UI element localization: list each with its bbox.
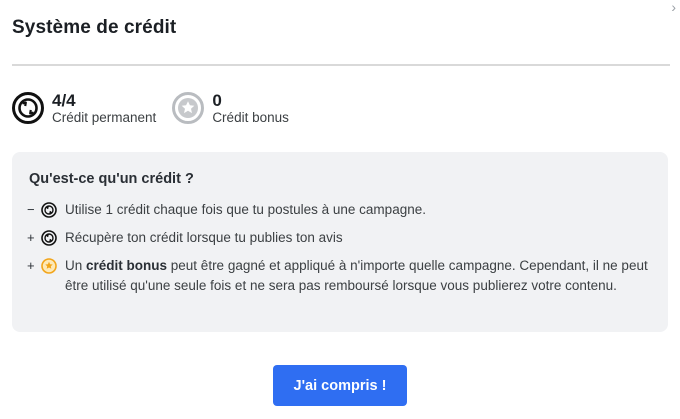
rule-text: Récupère ton crédit lorsque tu publies t…	[65, 230, 343, 245]
credit-summary: 4/4 Crédit permanent 0 Crédit bonus	[12, 92, 289, 125]
star-icon	[41, 258, 57, 274]
close-chevron-icon[interactable]: ›	[671, 0, 676, 14]
confirm-button[interactable]: J'ai compris !	[273, 365, 407, 406]
permanent-credit-icon	[41, 230, 57, 246]
rule-text: Un crédit bonus peut être gagné et appli…	[65, 258, 648, 293]
minus-sign: −	[27, 202, 35, 217]
bonus-credit-value: 0	[212, 91, 222, 110]
star-icon	[172, 92, 205, 125]
permanent-credit-label: Crédit permanent	[52, 110, 157, 125]
permanent-credit-icon	[12, 92, 44, 125]
bonus-credit-term: crédit bonus	[86, 258, 168, 273]
bonus-credit-label: Crédit bonus	[212, 110, 289, 125]
credit-info-panel: Qu'est-ce qu'un crédit ? − Utilise 1 cré…	[12, 152, 668, 332]
title-divider	[12, 64, 670, 66]
rule-item-review: + Récupère ton crédit lorsque tu publies…	[27, 228, 663, 248]
plus-sign: +	[27, 230, 35, 245]
rule-item-apply: − Utilise 1 crédit chaque fois que tu po…	[27, 200, 663, 220]
permanent-credit-icon	[41, 202, 57, 218]
bonus-credit: 0 Crédit bonus	[172, 92, 289, 125]
info-title: Qu'est-ce qu'un crédit ?	[29, 171, 194, 187]
rule-item-bonus: + Un crédit bonus peut être gagné et app…	[27, 256, 663, 296]
permanent-credit: 4/4 Crédit permanent	[12, 92, 156, 125]
modal-title: Système de crédit	[12, 17, 177, 38]
plus-sign: +	[27, 258, 35, 273]
permanent-credit-value: 4/4	[52, 91, 76, 110]
rule-text: Utilise 1 crédit chaque fois que tu post…	[65, 202, 426, 217]
